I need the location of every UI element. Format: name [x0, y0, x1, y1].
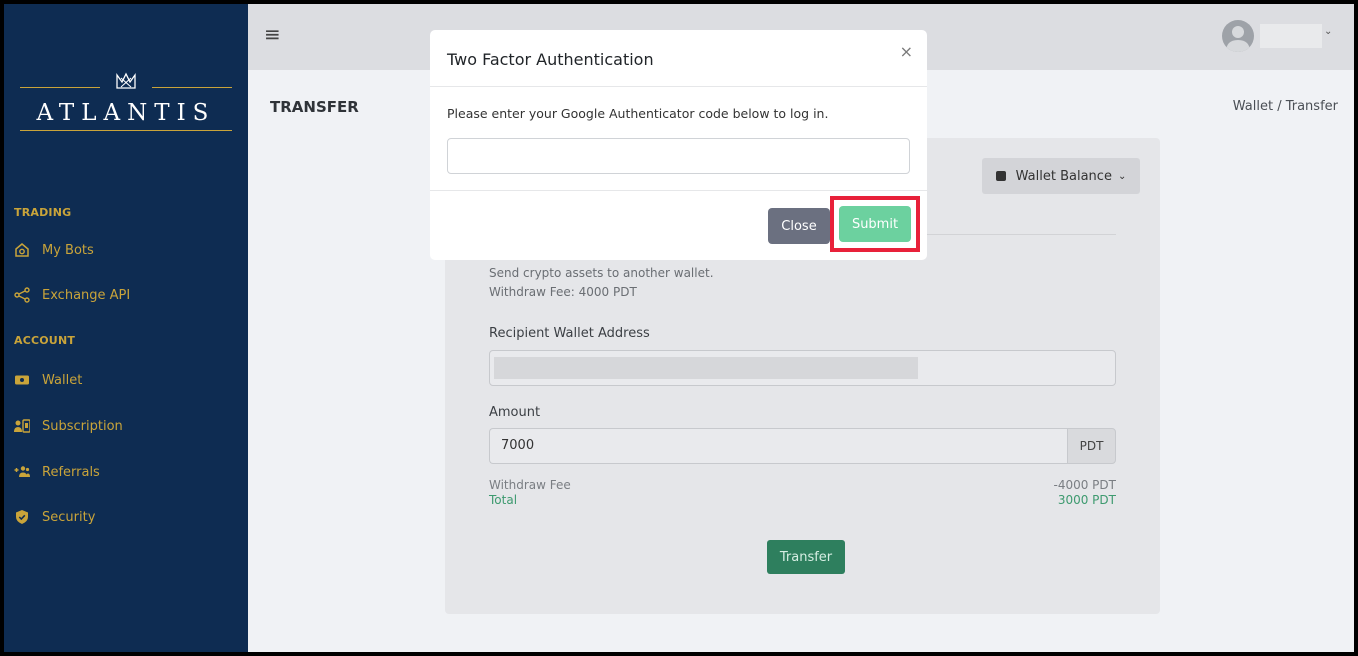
logo-text: ATLANTIS	[36, 100, 216, 126]
two-factor-modal: Two Factor Authentication × Please enter…	[430, 30, 927, 260]
close-icon[interactable]: ×	[900, 42, 913, 61]
logo-underline	[20, 130, 232, 131]
recipient-label: Recipient Wallet Address	[489, 326, 650, 341]
chevron-down-icon[interactable]: ⌄	[1324, 26, 1332, 37]
amount-label: Amount	[489, 405, 541, 420]
fee-value: -4000 PDT	[1053, 478, 1117, 492]
logo[interactable]: ATLANTIS	[4, 72, 248, 126]
sidebar-item-exchange-api[interactable]: Exchange API	[14, 283, 130, 307]
username-redacted[interactable]	[1260, 24, 1322, 48]
amount-unit: PDT	[1067, 428, 1116, 464]
share-nodes-icon	[14, 287, 30, 303]
section-title-account: ACCOUNT	[14, 334, 76, 347]
sidebar-item-label: My Bots	[42, 242, 94, 258]
sidebar-item-label: Subscription	[42, 418, 123, 434]
fee-label: Withdraw Fee	[489, 478, 571, 492]
subscription-icon	[14, 418, 30, 434]
withdraw-fee-note: Withdraw Fee: 4000 PDT	[489, 285, 637, 299]
chevron-down-icon: ⌄	[1117, 170, 1127, 182]
sidebar-item-label: Wallet	[42, 372, 83, 388]
wallet-balance-label: Wallet Balance	[1015, 168, 1112, 184]
fee-row: Withdraw Fee -4000 PDT	[489, 478, 1116, 492]
wallet-balance-dropdown[interactable]: Wallet Balance ⌄	[982, 158, 1140, 194]
robot-icon	[14, 242, 30, 258]
authenticator-code-input[interactable]	[447, 138, 910, 174]
modal-title: Two Factor Authentication	[447, 50, 654, 69]
submit-button[interactable]: Submit	[839, 206, 911, 242]
sidebar-item-wallet[interactable]: Wallet	[14, 368, 82, 392]
logo-divider-left	[20, 87, 100, 88]
total-row: Total 3000 PDT	[489, 493, 1116, 507]
shield-icon	[14, 509, 30, 525]
avatar[interactable]	[1222, 20, 1254, 52]
modal-footer-divider	[430, 190, 927, 191]
crown-icon	[4, 72, 248, 94]
modal-message: Please enter your Google Authenticator c…	[447, 106, 829, 121]
amount-input[interactable]: 7000	[489, 428, 1067, 464]
sidebar: ATLANTIS TRADING My Bots Exchange API AC…	[4, 4, 248, 652]
page-title: TRANSFER	[270, 98, 359, 116]
sidebar-item-label: Referrals	[42, 464, 100, 480]
sidebar-item-subscription[interactable]: Subscription	[14, 414, 123, 438]
section-title-trading: TRADING	[14, 206, 72, 219]
wallet-icon	[14, 372, 30, 388]
sidebar-item-my-bots[interactable]: My Bots	[14, 238, 94, 262]
transfer-button[interactable]: Transfer	[767, 540, 845, 574]
sidebar-item-referrals[interactable]: Referrals	[14, 460, 100, 484]
sidebar-item-security[interactable]: Security	[14, 505, 95, 529]
logo-divider-right	[152, 87, 232, 88]
sidebar-item-label: Security	[42, 509, 96, 525]
modal-header-divider	[430, 86, 927, 87]
address-redacted	[494, 357, 918, 379]
sidebar-item-label: Exchange API	[42, 287, 131, 303]
total-value: 3000 PDT	[1057, 493, 1116, 507]
wallet-icon	[995, 171, 1006, 181]
add-users-icon	[14, 464, 30, 480]
recipient-address-input[interactable]	[489, 350, 1116, 386]
hamburger-icon[interactable]: ≡	[264, 22, 281, 46]
transfer-description: Send crypto assets to another wallet.	[489, 266, 714, 280]
total-label: Total	[489, 493, 518, 507]
close-button[interactable]: Close	[768, 208, 830, 244]
app-frame: ATLANTIS TRADING My Bots Exchange API AC…	[4, 4, 1354, 652]
breadcrumb: Wallet / Transfer	[1232, 99, 1338, 114]
